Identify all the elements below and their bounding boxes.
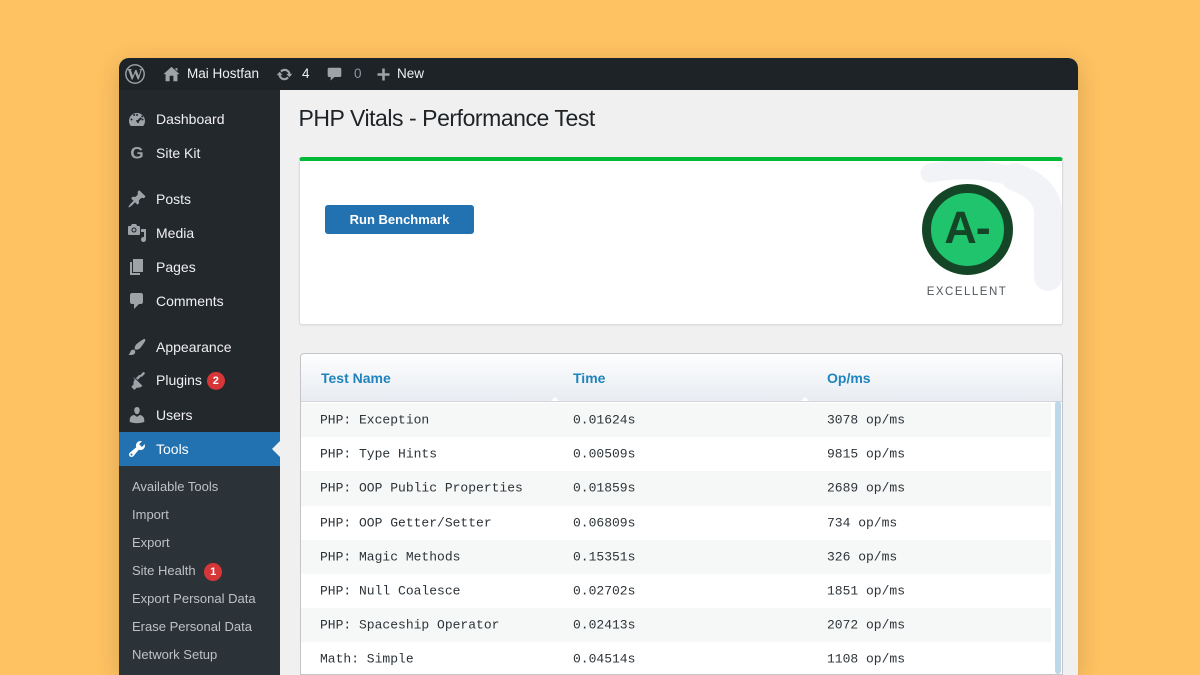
svg-text:G: G	[130, 144, 143, 163]
svg-text:W: W	[127, 66, 143, 83]
